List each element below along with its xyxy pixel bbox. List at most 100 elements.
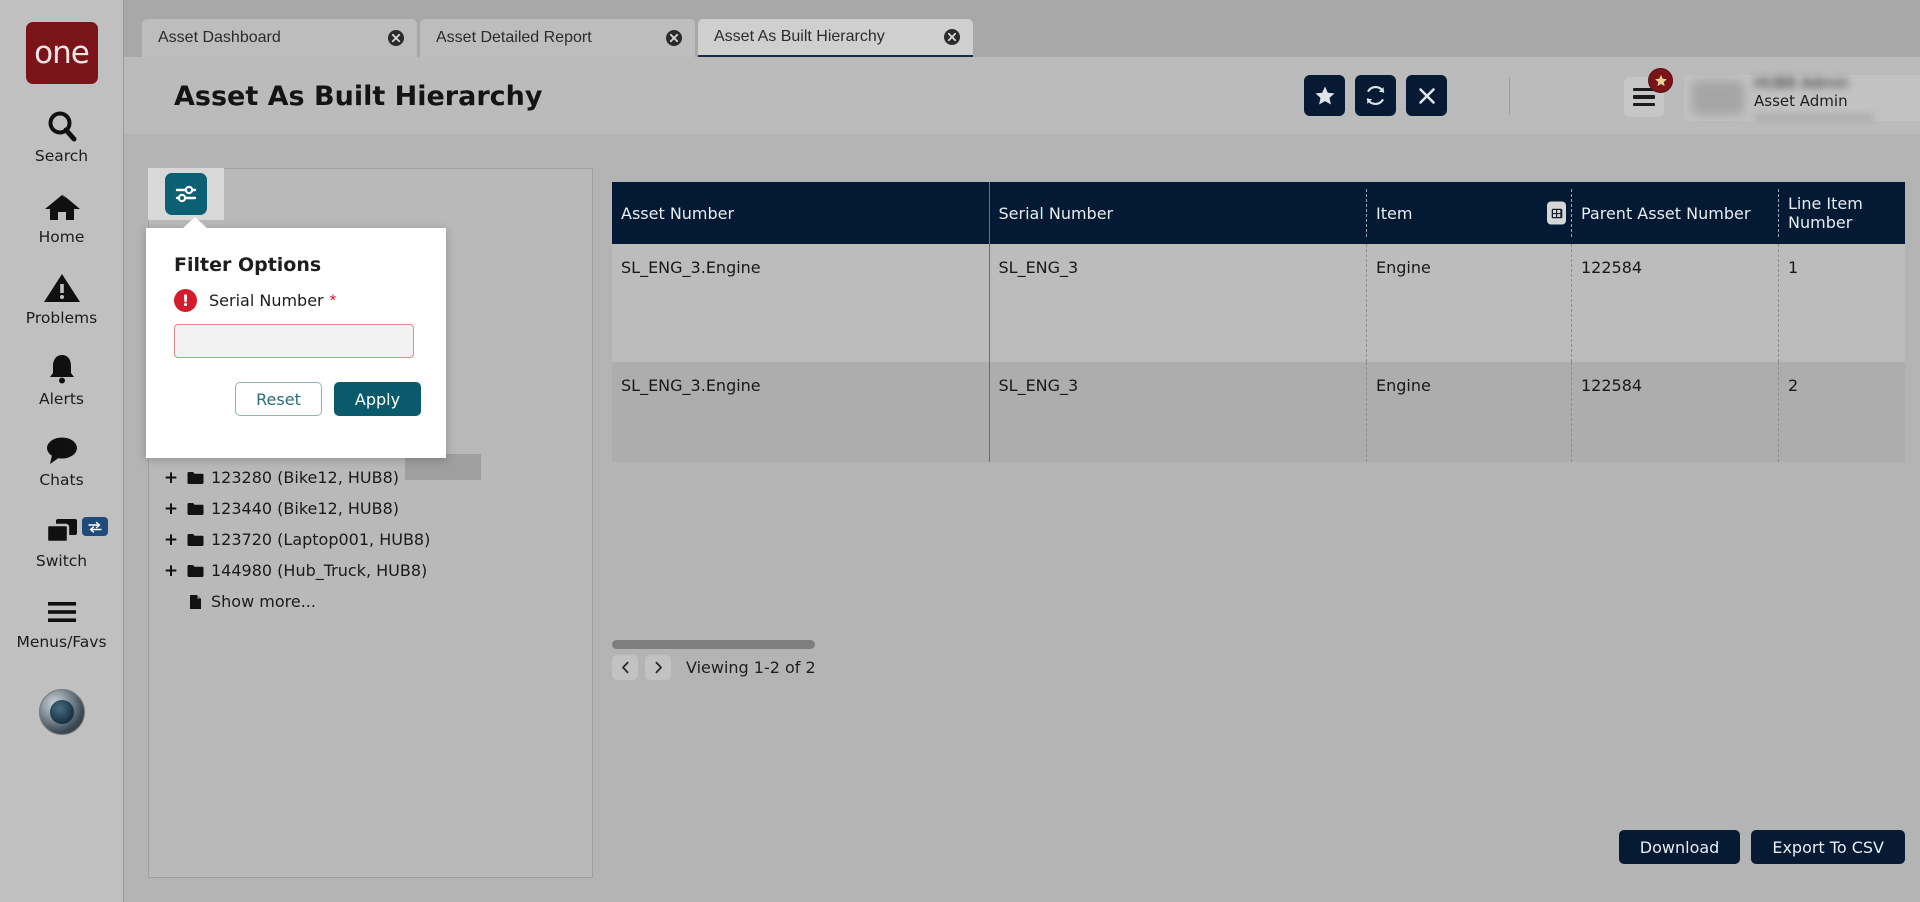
expand-icon[interactable]: +: [161, 499, 181, 519]
column-header-asset-number[interactable]: Asset Number: [612, 182, 990, 244]
horizontal-scrollbar[interactable]: [612, 640, 1905, 649]
star-icon: [1315, 86, 1334, 105]
expand-icon[interactable]: +: [161, 468, 181, 488]
column-header-item[interactable]: Item: [1367, 182, 1572, 244]
tree-item-label: 144980 (Hub_Truck, HUB8): [211, 561, 428, 580]
column-settings-icon[interactable]: [1547, 201, 1566, 225]
close-icon[interactable]: [387, 29, 405, 47]
tree-item[interactable]: + 144980 (Hub_Truck, HUB8): [161, 555, 581, 586]
user-info: HUB8 Admin Asset Admin: [1754, 74, 1920, 122]
user-role: Asset Admin: [1754, 92, 1848, 110]
sidebar-item-label: Alerts: [39, 390, 84, 408]
download-button[interactable]: Download: [1618, 830, 1741, 864]
hierarchy-tree: + 123140 (Bike12, HUB8) + 123280 (Bike12…: [161, 431, 581, 617]
tree-item-label: 123720 (Laptop001, HUB8): [211, 530, 431, 549]
sidebar-item-problems[interactable]: Problems: [0, 268, 124, 327]
sidebar-item-switch[interactable]: Switch: [0, 511, 124, 570]
reset-button[interactable]: Reset: [235, 382, 322, 416]
refresh-icon: [1366, 86, 1385, 105]
close-icon[interactable]: [943, 28, 961, 46]
tab-asset-dashboard[interactable]: Asset Dashboard: [142, 19, 417, 57]
cell-serial-number: SL_ENG_3: [989, 244, 1367, 362]
export-to-csv-button[interactable]: Export To CSV: [1751, 830, 1905, 864]
page-title: Asset As Built Hierarchy: [174, 81, 543, 112]
home-icon: [43, 187, 81, 227]
cell-parent-asset-number: 122584: [1572, 244, 1779, 362]
tab-list: Asset Dashboard Asset Detailed Report As…: [142, 19, 976, 57]
tab-label: Asset Detailed Report: [436, 29, 592, 46]
filter-options-popover: Filter Options ! Serial Number * Reset A…: [146, 217, 446, 458]
column-header-serial-number[interactable]: Serial Number: [989, 182, 1367, 244]
serial-number-field-label-row: ! Serial Number *: [174, 289, 446, 312]
sidebar-item-chats[interactable]: Chats: [0, 430, 124, 489]
results-panel: Asset Number Serial Number Item Parent A…: [595, 168, 1920, 878]
logo-text: one: [34, 35, 90, 71]
cell-serial-number: SL_ENG_3: [989, 362, 1367, 462]
app-logo[interactable]: one: [25, 22, 98, 84]
exclamation-circle-icon: !: [174, 289, 197, 312]
expand-icon[interactable]: +: [161, 561, 181, 581]
column-header-label: Serial Number: [998, 203, 1114, 223]
grid-header-row: Asset Number Serial Number Item Parent A…: [612, 182, 1905, 244]
serial-number-label: Serial Number: [209, 291, 324, 310]
sidebar-item-home[interactable]: Home: [0, 187, 124, 246]
filter-options-title: Filter Options: [174, 254, 322, 276]
chevron-left-icon: [621, 661, 628, 674]
folder-icon: [181, 533, 209, 547]
folder-icon: [181, 502, 209, 516]
table-row[interactable]: SL_ENG_3.Engine SL_ENG_3 Engine 122584 2: [612, 362, 1905, 462]
tree-item-label: 123440 (Bike12, HUB8): [211, 499, 400, 518]
cell-asset-number: SL_ENG_3.Engine: [612, 362, 990, 462]
tree-item[interactable]: + 123280 (Bike12, HUB8): [161, 462, 581, 493]
cell-item: Engine: [1367, 362, 1572, 462]
column-header-line-item-number[interactable]: Line Item Number: [1779, 182, 1905, 244]
header-menu-button[interactable]: [1624, 68, 1673, 117]
close-button[interactable]: [1406, 75, 1447, 116]
tree-item-label: 123280 (Bike12, HUB8): [211, 468, 400, 487]
next-page-button[interactable]: [645, 655, 671, 680]
expand-icon[interactable]: +: [161, 530, 181, 550]
pagination: Viewing 1-2 of 2: [612, 655, 816, 680]
column-header-label: Parent Asset Number: [1581, 203, 1751, 223]
user-avatar: [1692, 81, 1744, 115]
previous-page-button[interactable]: [612, 655, 638, 680]
table-row[interactable]: SL_ENG_3.Engine SL_ENG_3 Engine 122584 1: [612, 244, 1905, 362]
favorite-button[interactable]: [1304, 75, 1345, 116]
tree-item[interactable]: + 123440 (Bike12, HUB8): [161, 493, 581, 524]
folder-icon: [181, 564, 209, 578]
close-icon[interactable]: [665, 29, 683, 47]
scrollbar-thumb[interactable]: [612, 640, 815, 649]
serial-number-input[interactable]: [174, 324, 414, 358]
tree-item-label: Show more...: [211, 592, 316, 611]
sidebar-item-alerts[interactable]: Alerts: [0, 349, 124, 408]
avatar[interactable]: [38, 689, 85, 735]
swap-arrows-icon[interactable]: [81, 517, 108, 536]
column-header-parent-asset-number[interactable]: Parent Asset Number: [1572, 182, 1779, 244]
chat-bubble-icon: [43, 430, 81, 470]
sidebar-item-label: Home: [38, 228, 85, 246]
user-name: HUB8 Admin: [1754, 74, 1849, 92]
column-header-label: Line Item Number: [1788, 194, 1863, 232]
sidebar-item-search[interactable]: Search: [0, 106, 124, 165]
results-grid: Asset Number Serial Number Item Parent A…: [612, 182, 1905, 462]
tab-label: Asset Dashboard: [158, 29, 281, 46]
column-header-label: Item: [1376, 203, 1413, 223]
tree-item-show-more[interactable]: Show more...: [161, 586, 581, 617]
tab-asset-detailed-report[interactable]: Asset Detailed Report: [420, 19, 695, 57]
user-menu[interactable]: HUB8 Admin Asset Admin: [1684, 74, 1920, 122]
sidebar-item-label: Menus/Favs: [16, 633, 107, 651]
filter-actions: Reset Apply: [146, 382, 421, 416]
star-icon: [1648, 68, 1673, 93]
filter-toggle-button[interactable]: [165, 173, 207, 215]
sidebar-item-menus-favs[interactable]: Menus/Favs: [0, 592, 124, 651]
refresh-button[interactable]: [1355, 75, 1396, 116]
tree-item[interactable]: + 123720 (Laptop001, HUB8): [161, 524, 581, 555]
apply-button[interactable]: Apply: [334, 382, 421, 416]
hamburger-icon: [45, 592, 79, 632]
sidebar-item-label: Search: [34, 147, 89, 165]
filter-toggle-container: [148, 168, 224, 220]
tab-asset-as-built-hierarchy[interactable]: Asset As Built Hierarchy: [698, 19, 973, 57]
footer-actions: Download Export To CSV: [1618, 830, 1905, 864]
search-icon: [44, 106, 80, 146]
column-header-label: Asset Number: [621, 203, 735, 223]
